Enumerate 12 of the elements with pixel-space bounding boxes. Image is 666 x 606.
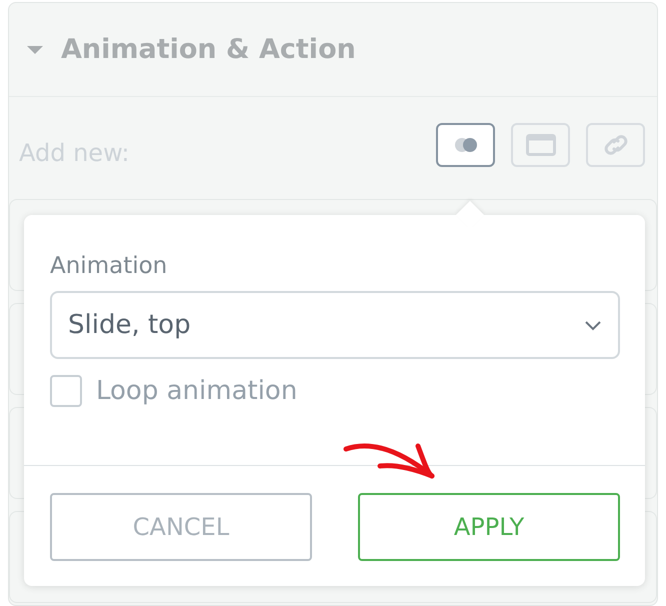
checkbox[interactable] <box>50 375 82 407</box>
field-label: Animation <box>50 253 168 279</box>
animation-select[interactable]: Slide, top <box>50 291 620 359</box>
chevron-down-icon <box>584 320 602 330</box>
cancel-button[interactable]: CANCEL <box>50 493 312 561</box>
link-icon-button[interactable] <box>586 123 645 167</box>
section-title: Animation & Action <box>61 34 356 65</box>
window-icon-button[interactable] <box>511 123 570 167</box>
apply-button[interactable]: APPLY <box>358 493 620 561</box>
toggle-icon-button[interactable] <box>436 123 495 167</box>
checkbox-label: Loop animation <box>96 376 298 406</box>
window-icon <box>526 134 556 156</box>
